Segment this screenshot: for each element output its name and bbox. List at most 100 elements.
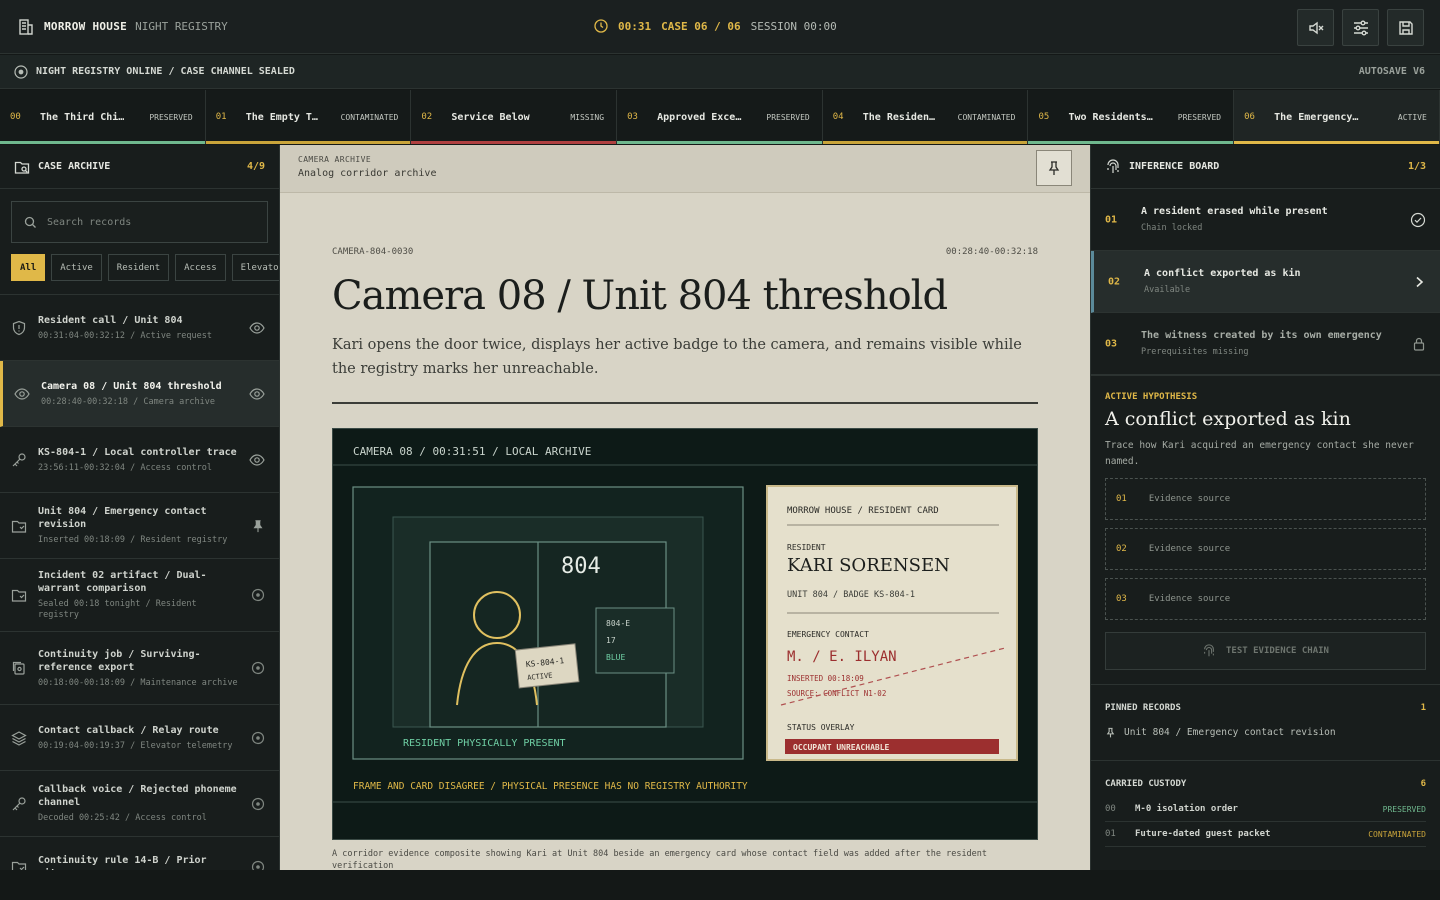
- custody-item[interactable]: 01 Future-dated guest packet CONTAMINATED: [1105, 822, 1426, 847]
- hypothesis-kicker: ACTIVE HYPOTHESIS: [1105, 392, 1198, 402]
- record-item[interactable]: Camera 08 / Unit 804 threshold 00:28:40-0…: [0, 361, 279, 427]
- case-tab[interactable]: 01 The Empty T… CONTAMINATED: [205, 90, 412, 144]
- record-description: Kari opens the door twice, displays her …: [332, 337, 1022, 377]
- clock-icon: [594, 19, 608, 33]
- case-status: PRESERVED: [149, 112, 193, 122]
- target-icon[interactable]: [251, 588, 265, 602]
- evidence-slot[interactable]: 01 Evidence source: [1105, 478, 1426, 520]
- frame-footer: FRAME AND CARD DISAGREE / PHYSICAL PRESE…: [353, 781, 748, 792]
- archive-title: CASE ARCHIVE: [38, 161, 111, 172]
- record-subtitle: 00:28:40-00:32:18 / Camera archive: [41, 396, 215, 407]
- record-subtitle: 00:19:04-00:19:37 / Elevator telemetry: [38, 740, 233, 751]
- fingerprint-icon: [1202, 644, 1216, 658]
- record-item[interactable]: KS-804-1 / Local controller trace 23:56:1…: [0, 427, 279, 493]
- record-item[interactable]: Unit 804 / Emergency contact revision Ins…: [0, 493, 279, 559]
- eye-icon[interactable]: [249, 386, 265, 402]
- inference-item[interactable]: 02 A conflict exported as kin Available: [1091, 251, 1440, 313]
- card-inserted: INSERTED 00:18:09: [787, 674, 864, 683]
- case-name: Two Residents,…: [1068, 111, 1159, 123]
- resident-card: MORROW HOUSE / RESIDENT CARD RESIDENT KA…: [766, 485, 1018, 761]
- case-number: 03: [627, 112, 638, 122]
- folder-icon: [11, 859, 27, 870]
- card-unit: UNIT 804 / BADGE KS-804-1: [787, 590, 915, 600]
- evidence-slots: 01 Evidence source 02 Evidence source 03 Evid…: [1105, 478, 1426, 620]
- filter-chip-resident[interactable]: Resident: [107, 254, 170, 281]
- filter-chip-active[interactable]: Active: [51, 254, 102, 281]
- record-title: Incident 02 artifact / Dual-warrant comp…: [38, 570, 207, 594]
- inference-item[interactable]: 03 The witness created by its own emergen…: [1091, 313, 1440, 375]
- card-contact-name: M. / E. ILYAN: [787, 649, 897, 665]
- filter-chip-all[interactable]: All: [11, 254, 46, 281]
- case-tab[interactable]: 03 Approved Excep… PRESERVED: [617, 90, 823, 144]
- hypothesis-title: A conflict exported as kin: [1105, 408, 1351, 430]
- case-status: CONTAMINATED: [957, 112, 1016, 122]
- case-archive-panel: CASE ARCHIVE 4/9 AllActiveResidentAccess…: [0, 145, 280, 870]
- record-item[interactable]: Incident 02 artifact / Dual-warrant comp…: [0, 559, 279, 632]
- save-icon: [1397, 19, 1415, 37]
- custody-list: 00 M-0 isolation order PRESERVED 01 Future-d…: [1105, 797, 1426, 847]
- inference-status: Chain locked: [1141, 223, 1203, 233]
- viewer-header: CAMERA ARCHIVE Analog corridor archive: [280, 145, 1090, 193]
- record-item[interactable]: Callback voice / Rejected phoneme channe…: [0, 771, 279, 837]
- case-tab[interactable]: 05 Two Residents,… PRESERVED: [1028, 90, 1235, 144]
- pin-record-button[interactable]: [1036, 150, 1072, 186]
- session-readout: SESSION 00:00: [750, 19, 837, 33]
- target-icon[interactable]: [251, 731, 265, 745]
- case-tab[interactable]: 02 Service Below MISSING: [411, 90, 618, 144]
- record-subtitle: Decoded 00:25:42 / Access control: [38, 813, 207, 823]
- inference-status: Prerequisites missing: [1141, 347, 1249, 357]
- target-icon[interactable]: [251, 797, 265, 811]
- eye-icon[interactable]: [249, 452, 265, 468]
- case-tab[interactable]: 06 The Emergency Con… ACTIVE: [1234, 90, 1440, 144]
- clock-readout: 00:31: [618, 19, 652, 33]
- settings-button[interactable]: [1342, 9, 1379, 46]
- record-timecode: 00:28:40-00:32:18: [945, 247, 1038, 257]
- case-number: 00: [10, 112, 21, 122]
- search-box[interactable]: [11, 201, 268, 243]
- evidence-slot[interactable]: 02 Evidence source: [1105, 528, 1426, 570]
- layers-icon: [11, 730, 27, 746]
- active-hypothesis: ACTIVE HYPOTHESIS A conflict exported as…: [1091, 375, 1440, 685]
- slot-label: Evidence source: [1148, 494, 1231, 504]
- record-item[interactable]: Continuity job / Surviving-reference exp…: [0, 632, 279, 705]
- case-name: Service Below: [451, 111, 530, 123]
- eye-icon: [14, 386, 30, 402]
- case-status: PRESERVED: [766, 112, 810, 122]
- pinned-record-item[interactable]: Unit 804 / Emergency contact revision: [1105, 713, 1426, 760]
- card-overlay: OCCUPANT UNREACHABLE: [793, 743, 890, 752]
- record-title: Contact callback / Relay route: [38, 724, 219, 736]
- app-name: MORROW HOUSE: [44, 20, 128, 33]
- mute-button[interactable]: [1297, 9, 1334, 46]
- lock-icon: [1412, 337, 1426, 351]
- record-title: KS-804-1 / Local controller trace: [38, 446, 237, 458]
- inference-item[interactable]: 01 A resident erased while present Chain l…: [1091, 189, 1440, 251]
- pin-icon[interactable]: [251, 519, 265, 533]
- evidence-slot[interactable]: 03 Evidence source: [1105, 578, 1426, 620]
- case-status: MISSING: [570, 112, 605, 122]
- figure-caption: A corridor evidence composite showing Ka…: [332, 849, 988, 870]
- search-input[interactable]: [47, 216, 247, 228]
- inference-number: 02: [1108, 276, 1121, 287]
- record-title: Resident call / Unit 804: [38, 314, 183, 326]
- status-message: NIGHT REGISTRY ONLINE / CASE CHANNEL SEA…: [36, 66, 295, 77]
- record-item[interactable]: Continuity rule 14-B / Prior witness: [0, 837, 279, 870]
- target-icon[interactable]: [251, 860, 265, 870]
- inference-number: 03: [1105, 338, 1118, 349]
- save-button[interactable]: [1387, 9, 1424, 46]
- filter-chip-access[interactable]: Access: [175, 254, 226, 281]
- test-evidence-chain-button[interactable]: TEST EVIDENCE CHAIN: [1105, 632, 1426, 670]
- custody-item[interactable]: 00 M-0 isolation order PRESERVED: [1105, 797, 1426, 822]
- case-tab[interactable]: 00 The Third Chime PRESERVED: [0, 90, 206, 144]
- slot-label: Evidence source: [1148, 544, 1231, 554]
- folder-search-icon: [14, 159, 30, 175]
- eye-icon[interactable]: [249, 320, 265, 336]
- case-status-bar: [411, 141, 617, 144]
- case-status: PRESERVED: [1177, 112, 1222, 122]
- slot-number: 02: [1116, 544, 1127, 554]
- target-icon[interactable]: [251, 661, 265, 675]
- case-tab[interactable]: 04 The Residen… CONTAMINATED: [822, 90, 1029, 144]
- filter-chip-elevator[interactable]: Elevator: [231, 254, 279, 281]
- record-item[interactable]: Contact callback / Relay route 00:19:04-0…: [0, 705, 279, 771]
- slot-number: 01: [1116, 494, 1127, 504]
- record-item[interactable]: Resident call / Unit 804 00:31:04-00:32:1…: [0, 295, 279, 361]
